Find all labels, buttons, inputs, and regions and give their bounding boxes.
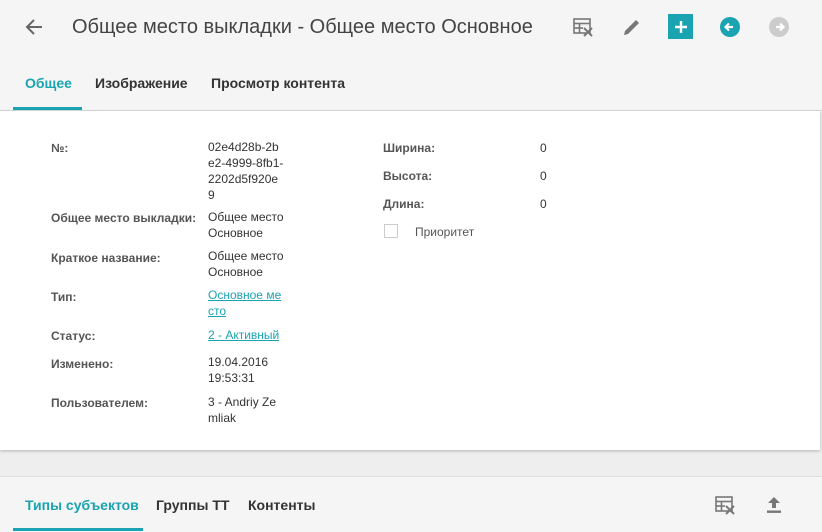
field-label-width: Ширина: <box>383 141 436 155</box>
field-value-modified: 19.04.2016 19:53:31 <box>208 355 269 385</box>
field-value-status-link[interactable]: 2 - Активный <box>208 327 298 343</box>
tab-general[interactable]: Общее <box>25 75 72 91</box>
field-label-status: Статус: <box>51 329 96 343</box>
header: Общее место выкладки - Общее место Основ… <box>0 0 822 56</box>
field-label-height: Высота: <box>383 169 433 183</box>
field-label-number: №: <box>51 141 69 155</box>
field-value-number: 02e4d28b-2be2-4999-8fb1-2202d5f920e9 <box>208 140 284 202</box>
field-value-length: 0 <box>540 197 547 211</box>
field-value-width: 0 <box>540 141 547 155</box>
priority-checkbox[interactable] <box>384 224 398 238</box>
priority-label: Приоритет <box>415 225 475 239</box>
clear-filter-table-icon[interactable] <box>711 491 739 519</box>
tab-subject-types[interactable]: Типы субъектов <box>25 497 139 513</box>
next-record-icon[interactable] <box>765 13 793 41</box>
field-value-user: 3 - Andriy Zemliak <box>208 395 277 425</box>
page-title: Общее место выкладки - Общее место Основ… <box>72 16 533 38</box>
field-label-type: Тип: <box>51 290 77 304</box>
field-value-height: 0 <box>540 169 547 183</box>
clear-filter-table-icon[interactable] <box>569 13 597 41</box>
tab-contents[interactable]: Контенты <box>248 497 315 513</box>
back-arrow-icon[interactable] <box>22 14 48 40</box>
tab-tt-groups[interactable]: Группы ТТ <box>156 497 229 513</box>
general-info-card: №: 02e4d28b-2be2-4999-8fb1-2202d5f920e9 … <box>0 111 820 450</box>
field-label-short-name: Краткое название: <box>51 251 161 265</box>
field-value-short-name: Общее место Основное <box>208 249 284 279</box>
active-tab-indicator <box>13 107 82 110</box>
field-label-user: Пользователем: <box>51 396 148 410</box>
field-label-modified: Изменено: <box>51 357 114 371</box>
detail-tabs: Общее Изображение Просмотр контента <box>0 56 822 111</box>
add-plus-icon[interactable] <box>668 14 693 39</box>
tab-image[interactable]: Изображение <box>95 75 188 91</box>
field-value-display-place: Общее место Основное <box>208 210 284 240</box>
tab-content-view[interactable]: Просмотр контента <box>211 75 345 91</box>
active-bottom-tab-indicator <box>13 528 143 531</box>
field-value-type-link[interactable]: Основное место <box>208 287 284 319</box>
previous-record-icon[interactable] <box>716 13 744 41</box>
field-label-length: Длина: <box>383 197 425 211</box>
related-tabs-bar: Типы субъектов Группы ТТ Контенты <box>0 476 822 532</box>
field-label-display-place: Общее место выкладки: <box>51 211 197 225</box>
edit-pencil-icon[interactable] <box>618 13 646 41</box>
upload-icon[interactable] <box>760 491 788 519</box>
